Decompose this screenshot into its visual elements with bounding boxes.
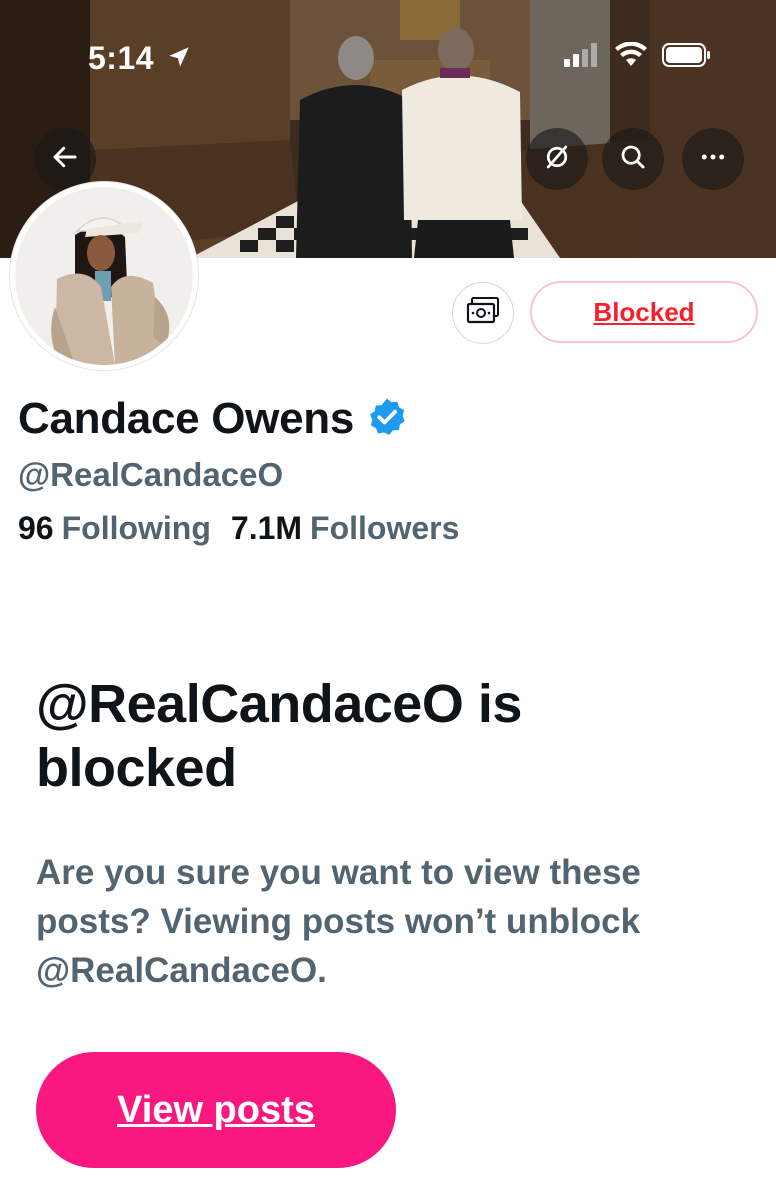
blocked-notice-title: @RealCandaceO is blocked xyxy=(36,674,522,798)
status-time: 5:14 xyxy=(88,40,155,76)
no-signal-icon xyxy=(542,142,572,177)
back-arrow-icon xyxy=(50,142,80,177)
search-button[interactable] xyxy=(602,128,664,190)
grok-button[interactable] xyxy=(526,128,588,190)
profile-stats: 96 Following 7.1M Followers xyxy=(18,510,459,547)
following-label: Following xyxy=(61,510,211,546)
cellular-signal-icon xyxy=(564,43,600,72)
battery-icon xyxy=(662,42,712,73)
profile-handle: @RealCandaceO xyxy=(18,456,284,493)
followers-label: Followers xyxy=(310,510,460,546)
tip-button[interactable] xyxy=(452,282,514,344)
followers-count: 7.1M xyxy=(230,510,303,546)
location-arrow-icon xyxy=(166,44,192,75)
search-icon xyxy=(618,142,648,177)
back-button[interactable] xyxy=(34,128,96,190)
avatar-image xyxy=(15,187,193,365)
wifi-icon xyxy=(614,41,648,73)
display-name: Candace Owens xyxy=(18,394,355,443)
blocked-notice-body: Are you sure you want to view these post… xyxy=(36,853,641,990)
status-icons xyxy=(564,41,712,73)
following-link[interactable]: 96 Following xyxy=(18,510,211,547)
blocked-button[interactable]: Blocked xyxy=(530,281,758,343)
following-count: 96 xyxy=(18,510,54,546)
view-posts-button[interactable]: View posts xyxy=(36,1052,396,1168)
followers-link[interactable]: 7.1M Followers xyxy=(231,510,460,547)
profile-name-row: Candace Owens xyxy=(18,394,408,444)
more-button[interactable] xyxy=(682,128,744,190)
status-bar: 5:14 xyxy=(0,0,776,110)
verified-badge-icon xyxy=(366,396,408,443)
avatar[interactable] xyxy=(10,182,198,370)
more-icon xyxy=(698,142,728,177)
money-icon xyxy=(466,296,500,331)
